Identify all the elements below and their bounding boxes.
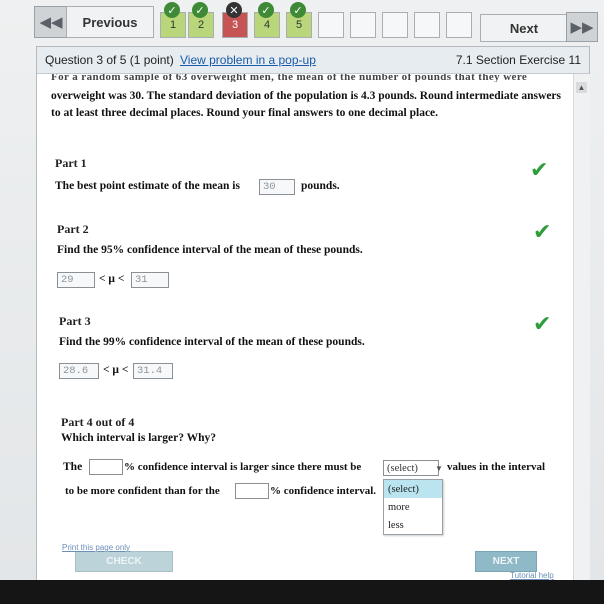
mu-inequality: < μ <: [103, 364, 129, 376]
dropdown-option-select[interactable]: (select): [384, 480, 442, 498]
part3-title: Part 3: [59, 314, 91, 328]
select-value: (select): [387, 462, 418, 474]
more-less-dropdown: (select) more less: [383, 479, 443, 535]
dropdown-option-more[interactable]: more: [384, 498, 442, 516]
dropdown-option-less[interactable]: less: [384, 516, 442, 534]
vertical-scrollbar[interactable]: ▲: [573, 74, 590, 581]
question-slot: [318, 12, 344, 38]
part2-question: Find the 95% confidence interval of the …: [57, 244, 363, 256]
problem-text: overweight was 30. The standard deviatio…: [51, 90, 561, 119]
monitor-bezel: [0, 580, 604, 604]
question-counter: Question 3 of 5 (1 point): [45, 53, 174, 67]
question-slot: [350, 12, 376, 38]
check-icon: ✓: [192, 2, 208, 18]
x-icon: ✕: [226, 2, 242, 18]
question-panel: Question 3 of 5 (1 point) View problem i…: [36, 46, 590, 582]
part4-line1-prefix: The: [63, 461, 83, 473]
popup-link[interactable]: View problem in a pop-up: [180, 53, 316, 67]
check-icon: ✔: [533, 220, 552, 245]
ci95-upper-field[interactable]: 31: [131, 272, 169, 288]
part4-line2-mid: % confidence interval.: [270, 485, 377, 497]
ci99-upper-field[interactable]: 31.4: [133, 363, 173, 379]
question-header: Question 3 of 5 (1 point) View problem i…: [37, 47, 589, 74]
next-question-button[interactable]: Next: [480, 14, 568, 42]
part2-title: Part 2: [57, 222, 89, 236]
problem-cut-line: For a random sample of 63 overweight men…: [51, 74, 528, 82]
next-part-button[interactable]: NEXT: [475, 551, 537, 572]
previous-arrow-icon[interactable]: ◀◀: [34, 6, 68, 38]
ci99-lower-field[interactable]: 28.6: [59, 363, 99, 379]
part4-line1-suffix: values in the interval: [447, 461, 546, 473]
next-arrow-icon[interactable]: ▶▶: [566, 12, 598, 42]
part4-question: Which interval is larger? Why?: [61, 432, 217, 444]
check-answer-button[interactable]: CHECK: [75, 551, 173, 572]
tutorial-help-link[interactable]: Tutorial help: [510, 571, 554, 580]
scroll-up-arrow-icon[interactable]: ▲: [576, 82, 587, 93]
check-icon: ✓: [164, 2, 180, 18]
check-icon: ✓: [258, 2, 274, 18]
check-icon: ✔: [530, 158, 549, 183]
question-slot: [382, 12, 408, 38]
point-estimate-field[interactable]: 30: [259, 179, 295, 195]
check-icon: ✔: [533, 312, 552, 337]
browser-screen: ◀◀ Previous 1 ✓ 2 ✓ 3 ✕ 4 ✓ 5 ✓ Next ▶▶ …: [0, 0, 604, 582]
unit-label: pounds.: [301, 180, 340, 192]
question-content: For a random sample of 63 overweight men…: [37, 74, 573, 581]
more-less-select[interactable]: (select): [383, 460, 439, 476]
print-page-link[interactable]: Print this page only: [62, 543, 130, 552]
part4-title: Part 4 out of 4: [61, 415, 135, 429]
smaller-interval-field[interactable]: [235, 483, 269, 499]
mu-inequality: < μ <: [99, 273, 125, 285]
check-icon: ✓: [290, 2, 306, 18]
part4-line2-prefix: to be more confident than for the: [65, 485, 220, 497]
previous-button[interactable]: Previous: [66, 6, 154, 38]
larger-interval-field[interactable]: [89, 459, 123, 475]
part1-title: Part 1: [55, 156, 87, 170]
section-label: 7.1 Section Exercise 11: [455, 53, 581, 67]
part3-question: Find the 99% confidence interval of the …: [59, 336, 365, 348]
question-slot: [414, 12, 440, 38]
question-navigation: ◀◀ Previous 1 ✓ 2 ✓ 3 ✕ 4 ✓ 5 ✓ Next ▶▶: [0, 0, 604, 44]
question-slot: [446, 12, 472, 38]
ci95-lower-field[interactable]: 29: [57, 272, 95, 288]
part1-question: The best point estimate of the mean is: [55, 180, 240, 192]
part4-line1-mid: % confidence interval is larger since th…: [124, 461, 362, 473]
